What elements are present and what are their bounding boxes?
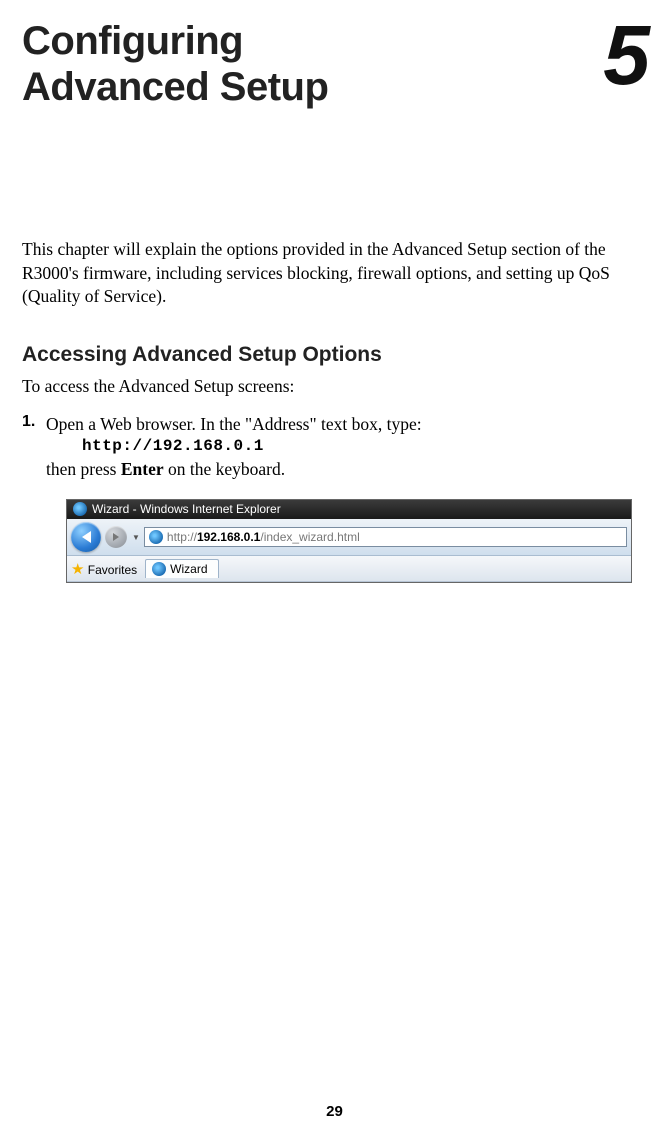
step-number: 1.: [22, 413, 46, 482]
ie-page-icon: [149, 530, 163, 544]
chapter-title-line1: Configuring: [22, 19, 243, 63]
browser-screenshot: Wizard - Windows Internet Explorer ▼ htt…: [66, 499, 632, 583]
step-text-b-bold: Enter: [121, 459, 164, 479]
section-lead: To access the Advanced Setup screens:: [22, 375, 647, 399]
address-bar[interactable]: http://192.168.0.1/index_wizard.html: [144, 527, 627, 547]
tab-label: Wizard: [170, 562, 207, 576]
browser-title-bar: Wizard - Windows Internet Explorer: [67, 500, 631, 519]
back-button[interactable]: [71, 522, 101, 552]
favorites-bar: ★ Favorites Wizard: [67, 556, 631, 582]
browser-tab[interactable]: Wizard: [145, 559, 218, 578]
addr-suffix: /index_wizard.html: [260, 530, 359, 544]
step-url: http://192.168.0.1: [82, 436, 422, 458]
addr-bold: 192.168.0.1: [197, 530, 260, 544]
favorites-button[interactable]: ★ Favorites: [71, 560, 137, 578]
tab-ie-icon: [152, 562, 166, 576]
ie-icon: [73, 502, 87, 516]
step-text-b-pre: then press: [46, 459, 121, 479]
star-icon: ★: [71, 561, 84, 578]
step-text-a: Open a Web browser. In the "Address" tex…: [46, 414, 422, 434]
forward-button[interactable]: [105, 526, 127, 548]
chapter-title-line2: Advanced Setup: [22, 65, 328, 109]
intro-paragraph: This chapter will explain the options pr…: [22, 238, 647, 309]
chapter-title: Configuring Advanced Setup: [22, 18, 328, 110]
step-body: Open a Web browser. In the "Address" tex…: [46, 413, 422, 482]
step-1: 1. Open a Web browser. In the "Address" …: [22, 413, 647, 482]
addr-prefix: http://: [167, 530, 197, 544]
step-text-b-post: on the keyboard.: [164, 459, 286, 479]
chapter-number: 5: [603, 18, 647, 94]
history-dropdown-icon[interactable]: ▼: [132, 533, 140, 542]
browser-nav-bar: ▼ http://192.168.0.1/index_wizard.html: [67, 519, 631, 556]
arrow-right-icon: [113, 533, 119, 541]
page-number: 29: [0, 1103, 669, 1120]
section-heading: Accessing Advanced Setup Options: [22, 343, 647, 367]
window-title: Wizard - Windows Internet Explorer: [92, 502, 281, 516]
favorites-label: Favorites: [88, 563, 137, 577]
arrow-left-icon: [82, 531, 91, 543]
